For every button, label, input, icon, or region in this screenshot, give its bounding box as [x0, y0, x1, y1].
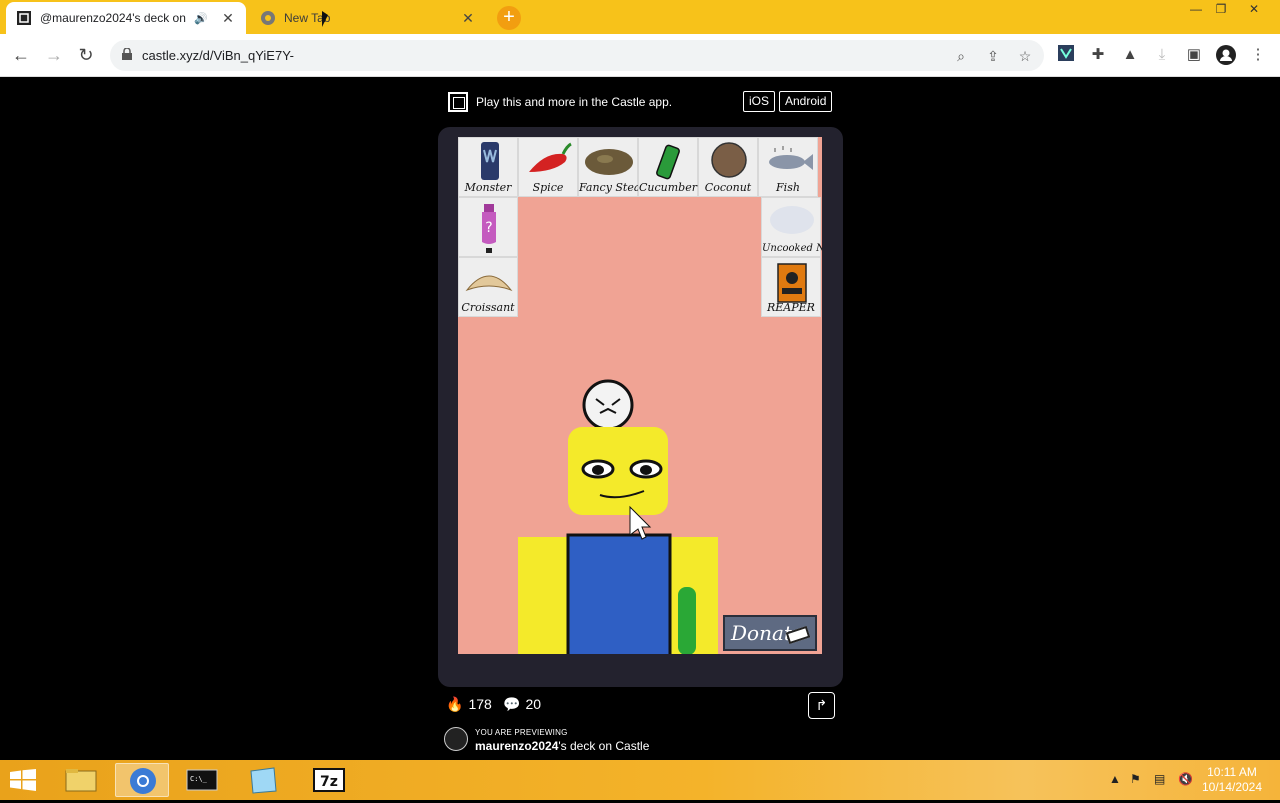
- tray-arrow-icon[interactable]: ▲: [1109, 772, 1121, 786]
- reaper-chips-icon: [777, 263, 807, 303]
- close-tab-icon[interactable]: ✕: [460, 10, 476, 27]
- item-coconut[interactable]: Coconut: [698, 137, 758, 197]
- zoom-icon[interactable]: ⌕: [952, 47, 970, 65]
- app-banner: Play this and more in the Castle app.: [448, 91, 672, 113]
- volume-muted-icon[interactable]: 🔇: [1178, 772, 1193, 786]
- item-cucumber[interactable]: Cucumber: [638, 137, 698, 197]
- item-uncooked-noodles[interactable]: Uncooked Noodles: [761, 197, 822, 257]
- flag-icon[interactable]: ⚑: [1130, 772, 1141, 786]
- noodles-icon: [770, 206, 814, 234]
- mouse-cursor: [322, 11, 328, 27]
- address-bar[interactable]: castle.xyz/d/ViBn_qYiE7Y- ⌕ ⇪ ☆: [110, 40, 1044, 71]
- banner-text: Play this and more in the Castle app.: [476, 95, 673, 109]
- castle-logo-icon: [448, 92, 468, 112]
- share-button[interactable]: ↱: [808, 692, 835, 719]
- menu-dots-icon[interactable]: ⋮: [1248, 45, 1268, 65]
- castle-favicon-icon: [17, 11, 31, 25]
- terminal-icon[interactable]: C:\_: [175, 763, 229, 797]
- extension-icon[interactable]: [1056, 45, 1076, 65]
- tab-strip: @maurenzo2024's deck on 🔊 ✕ New Tab ✕ + …: [0, 0, 1280, 34]
- bottle-icon: ?: [482, 204, 496, 253]
- deck-card: Monster Spice Fancy Steak Cucumber Cocon…: [438, 127, 843, 687]
- notepad-icon[interactable]: [236, 763, 290, 797]
- svg-text:7z: 7z: [320, 774, 338, 790]
- download-icon[interactable]: ⤓: [1152, 45, 1172, 65]
- tab-new-tab[interactable]: New Tab ✕: [250, 2, 486, 34]
- steak-icon: [585, 149, 633, 175]
- network-icon[interactable]: ▤: [1154, 772, 1165, 786]
- item-fancy-steak[interactable]: Fancy Steak: [578, 137, 647, 197]
- file-explorer-icon[interactable]: [54, 763, 108, 797]
- tab-title: @maurenzo2024's deck on: [40, 11, 186, 25]
- reload-icon[interactable]: ↻: [74, 43, 98, 67]
- coconut-icon: [711, 142, 747, 178]
- item-spice[interactable]: Spice: [518, 137, 578, 197]
- item-bottle[interactable]: ?: [458, 197, 518, 257]
- fish-icon: [769, 146, 813, 170]
- profile-avatar-icon[interactable]: [1216, 45, 1236, 65]
- windows-start-icon[interactable]: [10, 769, 36, 791]
- clock-time: 10:11 AM: [1207, 765, 1257, 779]
- restore-button[interactable]: ❐: [1208, 0, 1234, 18]
- comment-icon: 💬: [503, 695, 521, 712]
- item-fish[interactable]: Fish: [758, 137, 818, 197]
- cucumber-icon: [656, 144, 680, 180]
- tab-title: New Tab: [284, 11, 331, 25]
- back-arrow-icon[interactable]: ←: [9, 43, 33, 67]
- lock-icon: [122, 48, 132, 60]
- svg-text:C:\_: C:\_: [190, 775, 208, 783]
- preview-deck-line: maurenzo2024's deck on Castle: [475, 739, 650, 753]
- new-tab-button[interactable]: +: [497, 6, 521, 30]
- browser-toolbar: ← → ↻ castle.xyz/d/ViBn_qYiE7Y- ⌕ ⇪ ☆ ✚ …: [0, 34, 1280, 77]
- flame-icon: 🔥: [446, 695, 464, 712]
- close-tab-icon[interactable]: ✕: [220, 10, 236, 27]
- likes[interactable]: 🔥 178: [446, 694, 492, 714]
- page-content: Play this and more in the Castle app. iO…: [0, 77, 1280, 760]
- comments[interactable]: 💬 20: [503, 694, 541, 714]
- side-panel-icon[interactable]: ▣: [1184, 45, 1204, 65]
- chrome-favicon-icon: [261, 11, 275, 25]
- share-icon: ↱: [815, 697, 828, 713]
- speaker-icon[interactable]: 🔊: [194, 12, 208, 25]
- croissant-icon: [465, 275, 513, 292]
- android-button[interactable]: Android: [779, 91, 833, 112]
- 7zip-icon[interactable]: 7z: [302, 763, 356, 797]
- tab-active[interactable]: @maurenzo2024's deck on 🔊 ✕: [6, 2, 246, 34]
- taskbar: C:\_ 7z ▲ ⚑ ▤ 🔇 10:11 AM 10/14/2024: [0, 760, 1280, 800]
- character-drawing: [518, 379, 718, 654]
- avatar[interactable]: [444, 727, 468, 751]
- monster-can-icon: [481, 142, 499, 180]
- extensions-puzzle-icon[interactable]: ✚: [1088, 45, 1108, 65]
- bookmark-star-icon[interactable]: ☆: [1016, 47, 1034, 65]
- game-canvas[interactable]: Monster Spice Fancy Steak Cucumber Cocon…: [458, 137, 822, 654]
- minimize-button[interactable]: —: [1183, 0, 1209, 18]
- preview-username[interactable]: maurenzo2024: [475, 739, 558, 753]
- svg-text:?: ?: [485, 220, 492, 236]
- share-page-icon[interactable]: ⇪: [984, 47, 1002, 65]
- comments-count: 20: [525, 696, 542, 712]
- chili-pepper-icon: [529, 142, 572, 172]
- labs-flask-icon[interactable]: ▲: [1120, 45, 1140, 65]
- likes-count: 178: [468, 696, 492, 712]
- item-croissant[interactable]: Croissant: [458, 257, 518, 317]
- ios-button[interactable]: iOS: [743, 91, 776, 112]
- clock-date: 10/14/2024: [1201, 780, 1263, 794]
- url-text: castle.xyz/d/ViBn_qYiE7Y-: [142, 48, 294, 63]
- system-clock[interactable]: 10:11 AM 10/14/2024: [1200, 765, 1264, 795]
- close-window-button[interactable]: ✕: [1241, 0, 1267, 18]
- preview-label: YOU ARE PREVIEWING: [475, 728, 568, 737]
- chrome-icon[interactable]: [115, 763, 169, 797]
- item-reaper[interactable]: REAPER: [761, 257, 821, 317]
- donate-button[interactable]: Donate: [723, 615, 817, 651]
- forward-arrow-icon[interactable]: →: [42, 43, 66, 67]
- item-monster[interactable]: Monster: [458, 137, 518, 197]
